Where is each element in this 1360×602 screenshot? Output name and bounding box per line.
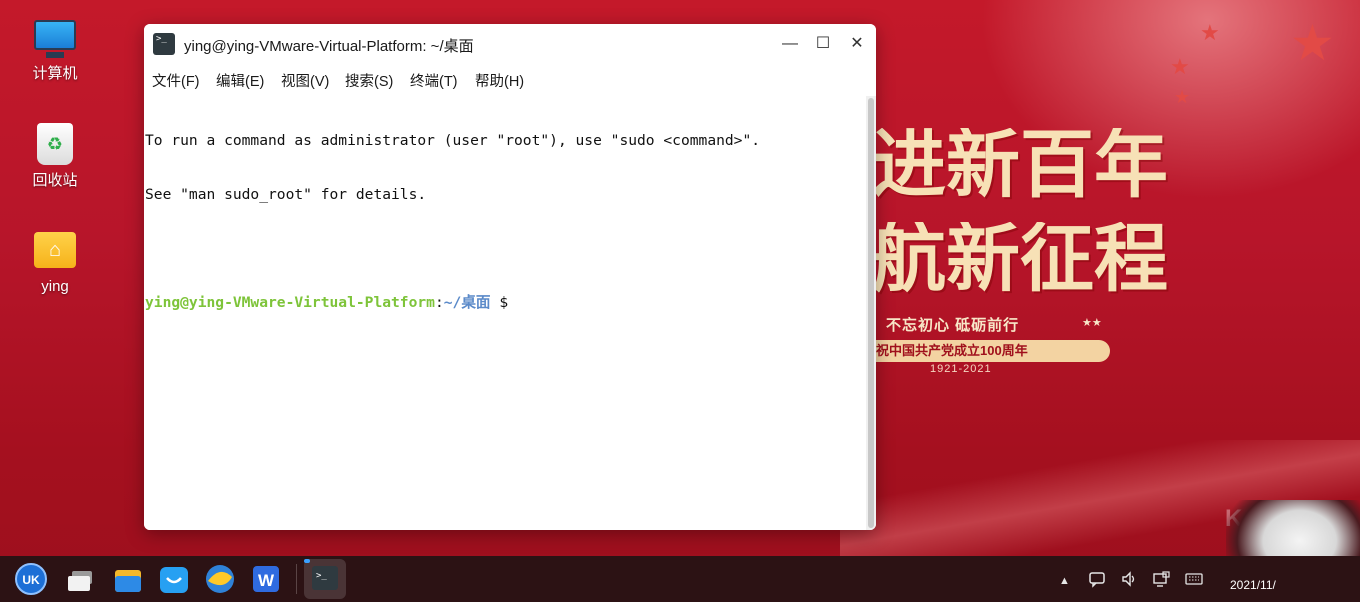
taskbar-terminal-button[interactable]: >_ [304, 559, 346, 599]
wallpaper-stars: ★★ [1082, 317, 1102, 329]
close-button[interactable]: ✕ [845, 32, 869, 56]
start-menu-button[interactable]: UK [13, 561, 49, 597]
scrollbar[interactable] [866, 96, 876, 530]
prompt-colon: : [434, 294, 444, 311]
prompt-symbol: $ [499, 294, 509, 311]
wps-button[interactable]: W [248, 561, 284, 597]
browser-button[interactable] [202, 561, 238, 597]
scrollbar-thumb[interactable] [868, 98, 874, 528]
multitask-view-icon [68, 571, 92, 591]
wallpaper-star: ★ [1174, 87, 1191, 107]
start-menu-icon: UK [15, 563, 47, 595]
home-folder-icon: ⌂ [34, 232, 76, 268]
wallpaper-star: ★ [1290, 15, 1335, 71]
desktop-icon-label: ying [41, 278, 69, 295]
volume-icon[interactable] [1120, 570, 1138, 593]
file-manager-icon [115, 570, 141, 592]
menu-file[interactable]: 文件(F) [152, 70, 200, 91]
app-store-button[interactable] [156, 561, 192, 597]
computer-icon [34, 20, 76, 58]
taskbar-separator [296, 564, 297, 594]
svg-text:W: W [258, 571, 275, 590]
tray-expand-icon[interactable]: ▲ [1059, 572, 1070, 590]
terminal-prompt[interactable]: ying@ying-VMware-Virtual-Platform:~/桌面 $ [145, 294, 865, 312]
wallpaper-slogan-line1: 进新百年 [872, 128, 1168, 202]
window-title: ying@ying-VMware-Virtual-Platform: ~/桌面 [184, 38, 474, 55]
desktop-icon-home[interactable]: ⌂ ying [16, 232, 94, 295]
desktop-icon-label: 计算机 [32, 65, 78, 82]
taskbar: UK W >_ ▲ 2021/11/ [0, 556, 1360, 602]
menu-search[interactable]: 搜索(S) [345, 70, 393, 91]
menu-terminal[interactable]: 终端(T) [410, 70, 458, 91]
desktop-icon-computer[interactable]: 计算机 [16, 20, 94, 83]
file-manager-button[interactable] [110, 561, 146, 597]
terminal-line: See "man sudo_root" for details. [145, 186, 427, 203]
menu-view[interactable]: 视图(V) [281, 70, 329, 91]
network-icon[interactable] [1152, 570, 1172, 593]
maximize-button[interactable]: ☐ [811, 32, 835, 56]
menu-bar: 文件(F) 编辑(E) 视图(V) 搜索(S) 终端(T) 帮助(H) [144, 64, 876, 94]
wallpaper-star: ★ [1200, 20, 1220, 45]
trash-icon: ♻ [37, 123, 73, 165]
app-store-icon [160, 567, 188, 593]
wallpaper-subtitle: 不忘初心 砥砺前行 [886, 317, 1020, 334]
menu-help[interactable]: 帮助(H) [475, 70, 524, 91]
menu-edit[interactable]: 编辑(E) [216, 70, 264, 91]
terminal-icon: >_ [153, 33, 175, 55]
browser-icon [206, 565, 234, 593]
svg-text:UK: UK [22, 573, 40, 587]
wallpaper-slogan-line2: 航新征程 [872, 222, 1168, 296]
minimize-button[interactable]: — [778, 32, 802, 56]
terminal-line: To run a command as administrator (user … [145, 132, 761, 149]
clock[interactable]: 2021/11/ [1230, 578, 1276, 592]
title-bar[interactable]: >_ ying@ying-VMware-Virtual-Platform: ~/… [144, 24, 876, 64]
svg-text:>_: >_ [316, 571, 327, 581]
terminal-output[interactable]: To run a command as administrator (user … [144, 96, 866, 530]
running-indicator [304, 559, 310, 563]
wallpaper-years: 1921-2021 [930, 363, 992, 375]
wps-icon: W [253, 566, 279, 592]
terminal-window[interactable]: >_ ying@ying-VMware-Virtual-Platform: ~/… [144, 24, 876, 530]
desktop-icon-trash[interactable]: ♻ 回收站 [16, 123, 94, 190]
prompt-path: ~/桌面 [443, 294, 491, 311]
desktop-icon-label: 回收站 [32, 172, 78, 189]
terminal-icon: >_ [312, 566, 338, 590]
prompt-user-host: ying@ying-VMware-Virtual-Platform [145, 294, 435, 311]
keyboard-icon[interactable] [1185, 570, 1203, 593]
wallpaper-ribbon: 祝中国共产党成立100周年 [860, 340, 1110, 362]
multitask-view-button[interactable] [63, 561, 99, 597]
wallpaper-star: ★ [1170, 54, 1190, 79]
notification-icon[interactable] [1088, 570, 1106, 593]
